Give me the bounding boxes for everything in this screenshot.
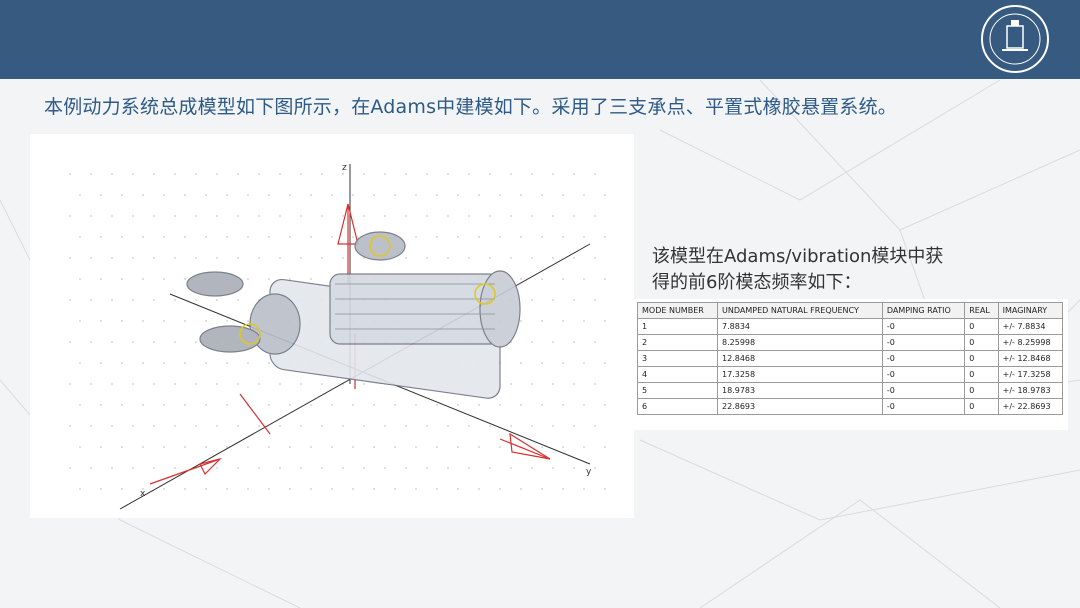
university-seal-icon [981,5,1049,73]
table-row: 4 17.3258 -0 0 +/- 17.3258 [636,366,1064,383]
caption-line-1: 该模型在Adams/vibration模块中获 [652,246,944,267]
axis-label-y: y [586,467,592,477]
cell-mode: 2 [636,334,719,351]
cell-mode: 6 [636,398,719,415]
cell-mode: 1 [636,318,719,335]
cell-imaginary: +/- 12.8468 [997,350,1064,367]
caption-line-2: 得的前6阶模态频率如下： [652,272,862,293]
table-row: 1 7.8834 -0 0 +/- 7.8834 [636,318,1064,335]
cell-frequency: 7.8834 [717,318,883,335]
col-header-real: REAL [964,302,999,319]
axis-label-z: z [342,163,347,173]
modes-table: MODE NUMBER UNDAMPED NATURAL FREQUENCY D… [636,302,1064,415]
cell-real: 0 [964,398,999,415]
cell-damping: -0 [881,366,966,383]
model-3d-view: z y x [30,134,634,518]
col-header-mode: MODE NUMBER [636,302,719,319]
cell-frequency: 18.9783 [717,382,883,399]
powertrain-3d-model: z y x [69,163,606,510]
cell-real: 0 [964,382,999,399]
cell-real: 0 [964,334,999,351]
table-row: 5 18.9783 -0 0 +/- 18.9783 [636,382,1064,399]
table-row: 2 8.25998 -0 0 +/- 8.25998 [636,334,1064,351]
cell-damping: -0 [881,334,966,351]
cell-mode: 5 [636,382,719,399]
intro-text: 本例动力系统总成模型如下图所示，在Adams中建模如下。采用了三支承点、平置式橡… [44,96,897,118]
cell-damping: -0 [881,350,966,367]
cell-real: 0 [964,366,999,383]
cell-damping: -0 [881,382,966,399]
modal-frequency-table: MODE NUMBER UNDAMPED NATURAL FREQUENCY D… [634,299,1068,430]
table-row: 3 12.8468 -0 0 +/- 12.8468 [636,350,1064,367]
cell-mode: 4 [636,366,719,383]
cell-imaginary: +/- 22.8693 [997,398,1064,415]
cell-frequency: 12.8468 [717,350,883,367]
col-header-imaginary: IMAGINARY [997,302,1064,319]
axis-label-x: x [140,489,146,499]
col-header-damping: DAMPING RATIO [881,302,966,319]
cell-frequency: 8.25998 [717,334,883,351]
table-header-row: MODE NUMBER UNDAMPED NATURAL FREQUENCY D… [636,302,1064,319]
cell-damping: -0 [881,398,966,415]
col-header-frequency: UNDAMPED NATURAL FREQUENCY [717,302,883,319]
table-caption: 该模型在Adams/vibration模块中获 得的前6阶模态频率如下： [652,244,1052,296]
cell-imaginary: +/- 17.3258 [997,366,1064,383]
cell-real: 0 [964,318,999,335]
table-row: 6 22.8693 -0 0 +/- 22.8693 [636,398,1064,415]
cell-damping: -0 [881,318,966,335]
cell-mode: 3 [636,350,719,367]
header-bar [0,0,1080,79]
cell-imaginary: +/- 8.25998 [997,334,1064,351]
cell-frequency: 17.3258 [717,366,883,383]
cell-imaginary: +/- 7.8834 [997,318,1064,335]
cell-real: 0 [964,350,999,367]
cell-imaginary: +/- 18.9783 [997,382,1064,399]
cell-frequency: 22.8693 [717,398,883,415]
